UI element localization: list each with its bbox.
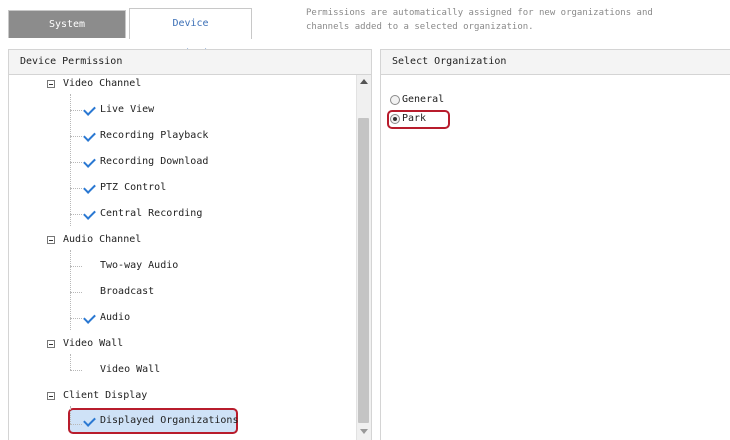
tree-item-label: Broadcast bbox=[100, 286, 155, 297]
scroll-down-icon[interactable] bbox=[360, 429, 368, 434]
scroll-up-icon[interactable] bbox=[360, 79, 368, 84]
tree-item-label: Video Wall bbox=[100, 364, 161, 375]
tree-line bbox=[70, 318, 82, 319]
tree-line bbox=[70, 110, 82, 111]
tree-line bbox=[70, 136, 82, 137]
tree-item-label: Recording Playback bbox=[100, 130, 209, 141]
tree-line bbox=[70, 292, 82, 293]
radio-button[interactable] bbox=[390, 114, 400, 124]
tree-line bbox=[70, 370, 82, 371]
tree-line bbox=[70, 214, 82, 215]
tree-item-label: Live View bbox=[100, 104, 155, 115]
tree-item-label: PTZ Control bbox=[100, 182, 167, 193]
tree-line bbox=[70, 162, 82, 163]
device-permission-header: Device Permission bbox=[9, 50, 371, 75]
radio-label: Park bbox=[402, 113, 427, 124]
tree-line bbox=[70, 424, 82, 425]
tree-item-label: Displayed Organizations bbox=[100, 415, 239, 426]
radio-label: General bbox=[402, 94, 445, 105]
tab-device-permission[interactable]: Device Permission bbox=[129, 8, 252, 59]
tree-group-label: Video Wall bbox=[63, 338, 124, 349]
collapse-icon[interactable] bbox=[47, 340, 55, 348]
tree-item-label: Two-way Audio bbox=[100, 260, 179, 271]
note-line-1: Permissions are automatically assigned f… bbox=[306, 8, 653, 18]
tree-group-label: Client Display bbox=[63, 390, 148, 401]
collapse-icon[interactable] bbox=[47, 236, 55, 244]
scrollbar-thumb[interactable] bbox=[358, 118, 369, 423]
tree-scrollbar[interactable] bbox=[356, 75, 371, 440]
auto-assign-note: Permissions are automatically assigned f… bbox=[306, 6, 730, 34]
tree-group-label: Audio Channel bbox=[63, 234, 142, 245]
tree-group-label: Video Channel bbox=[63, 78, 142, 89]
tab-system-permission[interactable]: System Permission bbox=[8, 10, 126, 58]
tree-line bbox=[70, 354, 71, 370]
collapse-icon[interactable] bbox=[47, 392, 55, 400]
select-organization-header: Select Organization bbox=[381, 50, 730, 75]
radio-button[interactable] bbox=[390, 95, 400, 105]
tree-item-label: Central Recording bbox=[100, 208, 203, 219]
tree-item-label: Audio bbox=[100, 312, 131, 323]
tree-line bbox=[70, 94, 71, 226]
tree-line bbox=[70, 266, 82, 267]
tree-item-label: Recording Download bbox=[100, 156, 209, 167]
note-line-2: channels added to a selected organizatio… bbox=[306, 22, 534, 32]
collapse-icon[interactable] bbox=[47, 80, 55, 88]
tree-line bbox=[70, 406, 71, 424]
tree-line bbox=[70, 188, 82, 189]
